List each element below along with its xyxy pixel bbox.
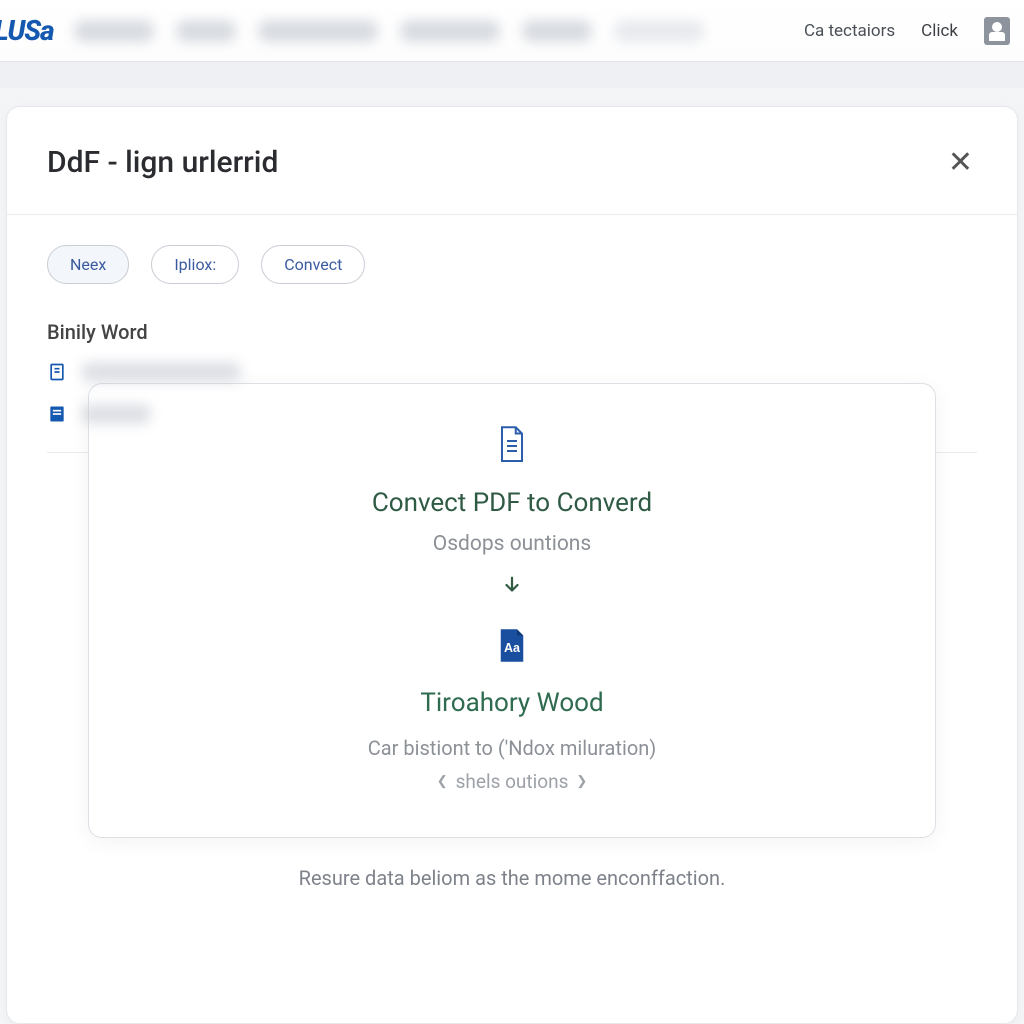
footer-note: Resure data beliom as the mome enconffac… [47,866,977,890]
document-icon [497,426,527,464]
chevron-left-icon: ❮ [437,774,448,789]
panel-title: DdF - lign urlerrid [47,145,278,180]
brand-logo: LUSa [0,14,68,47]
tab-convect[interactable]: Convect [261,245,365,284]
profile-icon[interactable] [984,17,1010,45]
word-file-icon: Aa [497,628,527,664]
list-item[interactable] [47,362,977,382]
card-options-label: shels outions [456,770,569,793]
svg-text:Aa: Aa [504,641,521,655]
tab-neex[interactable]: Neex [47,245,129,284]
list-item-label-blur [81,404,151,424]
top-bar: LUSa Ca tectaiors Click [0,0,1024,62]
tab-row: Neex Ipliox: Convect [47,245,977,284]
convert-card: Convect PDF to Converd Osdops ountions A… [88,383,936,838]
card-line-target: Car bistiont to ('Ndox miluration) [368,736,656,760]
sub-bar [0,62,1024,88]
card-heading-source: Convect PDF to Converd [372,488,652,518]
arrow-down-icon [501,574,523,596]
nav-blurred [74,20,704,42]
chevron-right-icon: ❯ [576,774,587,789]
main-panel: DdF - lign urlerrid ✕ Neex Ipliox: Conve… [6,106,1018,1024]
card-options-link[interactable]: ❮ shels outions ❯ [437,770,588,793]
panel-body: Neex Ipliox: Convect Binily Word [7,215,1017,1023]
nav-link-b[interactable]: Click [921,21,958,41]
doc-outline-icon [47,362,67,382]
word-small-icon [47,404,67,424]
card-sub-source: Osdops ountions [433,532,591,556]
section-label: Binily Word [47,320,977,344]
nav-link-a[interactable]: Ca tectaiors [804,21,895,41]
panel-header: DdF - lign urlerrid ✕ [7,107,1017,215]
close-icon[interactable]: ✕ [948,148,973,178]
tab-ipliox[interactable]: Ipliox: [151,245,239,284]
list-item-label-blur [81,362,241,382]
card-heading-target: Tiroahory Wood [420,688,603,718]
